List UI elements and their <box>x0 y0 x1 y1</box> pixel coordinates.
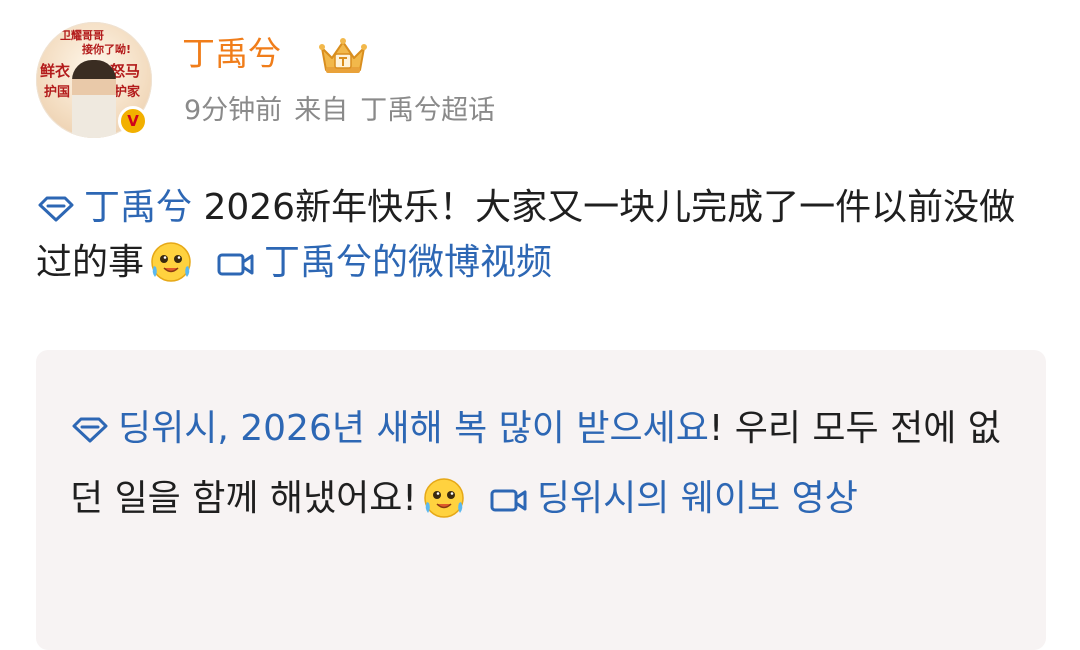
source-prefix: 来自 <box>294 95 349 126</box>
source-link[interactable]: 丁禹兮超话 <box>360 95 495 126</box>
avatar-text: 护国 <box>44 85 71 100</box>
mention-link[interactable]: 丁禹兮 <box>36 187 192 228</box>
avatar-text: 卫耀哥哥 <box>60 29 104 42</box>
post-text: 丁禹兮 2026新年快乐！大家又一块儿完成了一件以前没做过的事 丁禹兮的微博视频 <box>36 180 1046 290</box>
diamond-icon <box>72 417 108 443</box>
verified-badge-icon: V <box>118 106 148 136</box>
avatar-text: 护家 <box>114 85 141 100</box>
diamond-icon <box>38 196 74 222</box>
avatar-figure <box>72 60 116 138</box>
avatar-text: 鲜衣 <box>40 62 71 80</box>
translation-video-link-text: 딩위시의 웨이보 영상 <box>536 478 858 519</box>
video-icon <box>217 253 254 276</box>
translation-text: 딩위시, 2026년 새해 복 많이 받으세요! 우리 모두 전에 없던 일을 … <box>70 394 1010 534</box>
emoji-icon <box>151 242 191 282</box>
video-link-text: 丁禹兮的微博视频 <box>264 242 553 283</box>
post-time: 9分钟前 <box>184 95 283 126</box>
emoji-icon <box>424 478 464 518</box>
video-link[interactable]: 丁禹兮的微博视频 <box>198 242 552 283</box>
username[interactable]: 丁禹兮 <box>182 34 281 74</box>
translation-mention-link[interactable]: 딩위시, 2026년 새해 복 많이 받으세요 <box>70 408 709 449</box>
translation-box: 딩위시, 2026년 새해 복 많이 받으세요! 우리 모두 전에 없던 일을 … <box>36 350 1046 650</box>
avatar-text: 接你了呦! <box>82 43 132 56</box>
post-meta: 9分钟前 来自 丁禹兮超话 <box>184 94 495 128</box>
translation-video-link[interactable]: 딩위시의 웨이보 영상 <box>471 478 858 519</box>
post-header: 卫耀哥哥 接你了呦! 鲜衣 怒马 护国 护家 V 丁禹兮 9分钟前 来自 丁禹兮超话 <box>36 22 1036 142</box>
mention-text: 丁禹兮 <box>84 187 193 228</box>
video-icon <box>490 489 527 512</box>
translation-mention-text: 딩위시, 2026년 새해 복 많이 받으세요 <box>118 408 709 449</box>
crown-icon[interactable] <box>318 36 368 76</box>
